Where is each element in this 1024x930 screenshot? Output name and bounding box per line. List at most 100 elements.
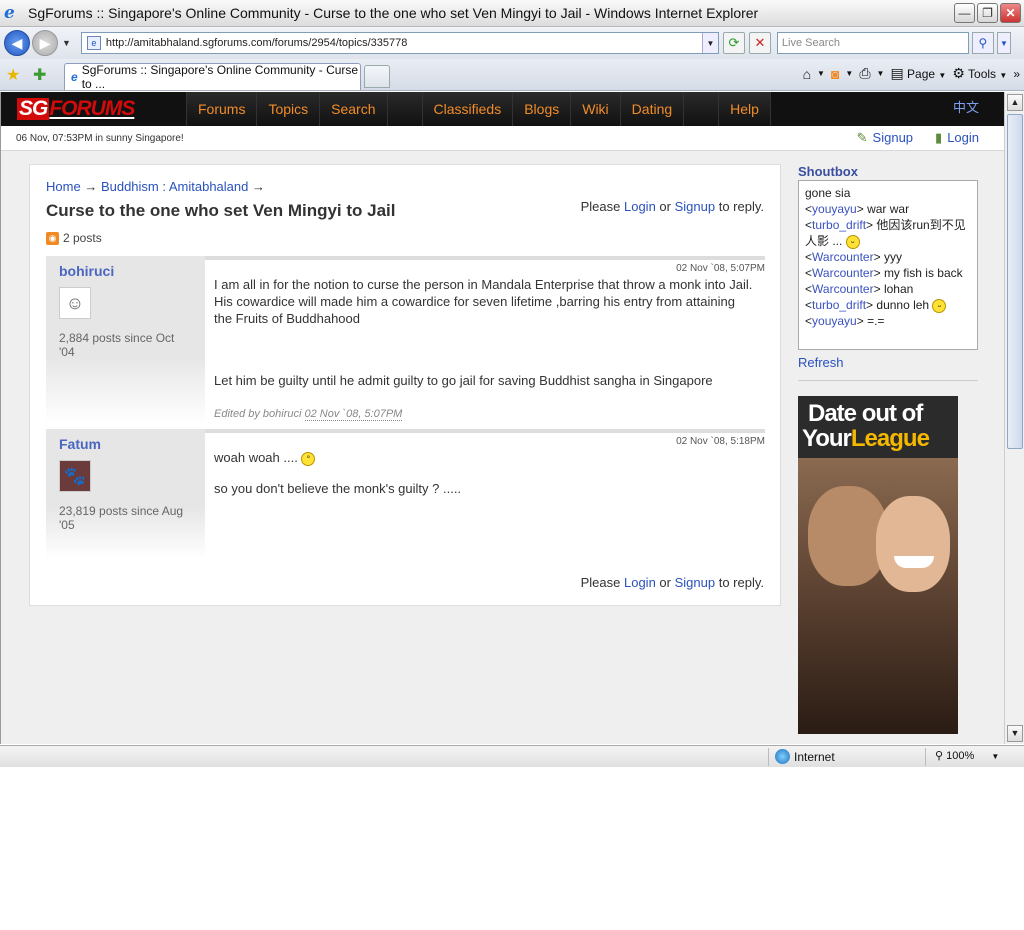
page-title: Curse to the one who set Ven Mingyi to J…: [46, 201, 396, 220]
tab-current[interactable]: e SgForums :: Singapore's Online Communi…: [64, 63, 361, 91]
avatar[interactable]: 🐾: [59, 460, 91, 492]
command-bar: ⌂ ▼ ◙ ▼ ⎙ ▼ ▤ Page ▼ ⚙ Tools ▼ »: [802, 65, 1020, 82]
address-field[interactable]: e http://amitabhaland.sgforums.com/forum…: [80, 32, 719, 54]
post-text: Let him be guilty until he admit guilty …: [214, 373, 713, 388]
breadcrumb-forum[interactable]: Buddhism : Amitabhaland: [101, 179, 248, 194]
nav-blogs[interactable]: Blogs: [512, 92, 571, 126]
author-name[interactable]: bohiruci: [59, 263, 114, 279]
back-button[interactable]: ◀: [4, 30, 30, 56]
restore-button[interactable]: ❐: [977, 3, 998, 23]
reply-prompt-top: Please Login or Signup to reply.: [580, 199, 764, 214]
home-icon[interactable]: ⌂: [803, 66, 811, 82]
tools-menu[interactable]: ⚙ Tools ▼: [952, 65, 1007, 82]
reply-signup-link[interactable]: Signup: [675, 199, 715, 214]
post-body: 02 Nov `08, 5:18PM woah woah .... ° so y…: [205, 429, 765, 559]
author-stats: 2,884 posts since Oct '04: [59, 331, 175, 359]
reply-signup-link[interactable]: Signup: [675, 575, 715, 590]
search-go-icon[interactable]: ⚲: [971, 32, 994, 54]
security-zone: Internet: [775, 749, 835, 764]
page-menu[interactable]: ▤ Page ▼: [890, 65, 946, 82]
nav-topics[interactable]: Topics: [256, 92, 320, 126]
new-tab-button[interactable]: [364, 65, 390, 88]
history-dropdown-icon[interactable]: ▼: [62, 38, 71, 48]
nav-separator: [386, 92, 422, 126]
shout-line: gone sia: [805, 186, 851, 200]
nav-forums[interactable]: Forums: [186, 92, 257, 126]
window-title: SgForums :: Singapore's Online Community…: [28, 5, 759, 21]
page-viewport: SG FORUMS Forums Topics Search Classified…: [0, 92, 1004, 744]
feeds-icon[interactable]: ◙: [831, 66, 839, 82]
forward-button[interactable]: ▶: [32, 30, 58, 56]
login-door-icon: ▮: [935, 130, 943, 145]
site-logo[interactable]: SG FORUMS: [1, 92, 186, 126]
post: Fatum 🐾 23,819 posts since Aug '05 02 No…: [46, 429, 765, 559]
post: bohiruci ☺ 2,884 posts since Oct '04 02 …: [46, 256, 765, 423]
shout-user[interactable]: youyayu: [812, 202, 857, 216]
shout-user[interactable]: turbo_drift: [812, 298, 866, 312]
status-divider: [768, 748, 769, 766]
language-chinese-link[interactable]: 中文: [953, 97, 979, 116]
scroll-up-icon[interactable]: ▲: [1007, 94, 1023, 111]
ad-headline-1: Date out of: [808, 400, 923, 427]
rss-icon[interactable]: ◉: [46, 231, 59, 245]
author-name[interactable]: Fatum: [59, 436, 101, 452]
shout-user[interactable]: turbo_drift: [812, 218, 866, 232]
shout-line: <Warcounter> lohan: [805, 282, 914, 296]
stop-icon[interactable]: ✕: [748, 32, 771, 54]
smiley-icon: ᵕ: [932, 298, 947, 313]
avatar[interactable]: ☺: [59, 287, 91, 319]
nav-dating[interactable]: Dating: [619, 92, 684, 126]
minimize-button[interactable]: —: [954, 3, 975, 23]
page-icon: e: [86, 36, 101, 50]
login-link[interactable]: ▮ Login: [935, 130, 979, 146]
nav-classifieds[interactable]: Classifieds: [421, 92, 513, 126]
post-text: I am all in for the notion to curse the …: [214, 277, 753, 326]
nav-help[interactable]: Help: [718, 92, 771, 126]
zone-label: Internet: [794, 749, 835, 764]
shout-line: <Warcounter> my fish is back: [805, 266, 963, 280]
vertical-scrollbar[interactable]: ▲ ▼: [1004, 92, 1024, 744]
topic-panel: Home → Buddhism : Amitabhaland → Curse t…: [29, 164, 781, 606]
nav-wiki[interactable]: Wiki: [570, 92, 620, 126]
ad-photo-woman: [876, 496, 950, 592]
post-text-line: woah woah ....: [214, 450, 298, 465]
tab-ie-icon: e: [71, 70, 78, 84]
shout-user[interactable]: Warcounter: [812, 250, 874, 264]
status-divider: [925, 748, 926, 766]
search-input[interactable]: Live Search: [776, 32, 969, 54]
shout-line: <turbo_drift> 他因该run到不见人影 ... ᵕ: [805, 218, 966, 249]
scroll-down-icon[interactable]: ▼: [1007, 725, 1023, 742]
search-options-icon[interactable]: ▼: [996, 32, 1011, 54]
address-dropdown-icon[interactable]: ▼: [701, 33, 718, 53]
more-chevron-icon[interactable]: »: [1013, 67, 1020, 81]
reply-login-link[interactable]: Login: [624, 199, 656, 214]
signup-link[interactable]: ✎ Signup: [857, 130, 913, 146]
nav-search[interactable]: Search: [319, 92, 387, 126]
tab-bar: ★ ✚ e SgForums :: Singapore's Online Com…: [0, 59, 1024, 91]
shout-user[interactable]: Warcounter: [812, 282, 874, 296]
shout-line: <youyayu> =.=: [805, 314, 885, 328]
refresh-icon[interactable]: ⟳: [722, 32, 745, 54]
dating-ad-banner[interactable]: Date out of YourLeague: [798, 396, 958, 734]
reply-login-link[interactable]: Login: [624, 575, 656, 590]
scroll-thumb[interactable]: [1007, 114, 1023, 449]
breadcrumb: Home → Buddhism : Amitabhaland →: [46, 179, 265, 194]
favorites-star-icon[interactable]: ★: [6, 65, 20, 85]
tab-title: SgForums :: Singapore's Online Community…: [81, 63, 359, 91]
close-button[interactable]: ✕: [1000, 3, 1021, 23]
add-favorites-icon[interactable]: ✚: [33, 65, 46, 85]
shout-user[interactable]: Warcounter: [812, 266, 874, 280]
post-count-label: 2 posts: [63, 231, 102, 245]
shout-user[interactable]: youyayu: [812, 314, 857, 328]
shoutbox[interactable]: gone sia <youyayu> war war <turbo_drift>…: [798, 180, 978, 350]
shout-line: <Warcounter> yyy: [805, 250, 902, 264]
print-icon[interactable]: ⎙: [859, 65, 870, 82]
breadcrumb-home[interactable]: Home: [46, 179, 81, 194]
post-date: 02 Nov `08, 5:07PM: [676, 263, 765, 274]
breadcrumb-arrow: →: [84, 179, 98, 194]
zoom-control[interactable]: ⚲ 100% ▼: [935, 749, 999, 762]
globe-icon: [775, 749, 790, 764]
shoutbox-refresh-link[interactable]: Refresh: [798, 355, 978, 381]
post-date: 02 Nov `08, 5:18PM: [676, 436, 765, 447]
ad-photo-smile: [894, 556, 934, 568]
